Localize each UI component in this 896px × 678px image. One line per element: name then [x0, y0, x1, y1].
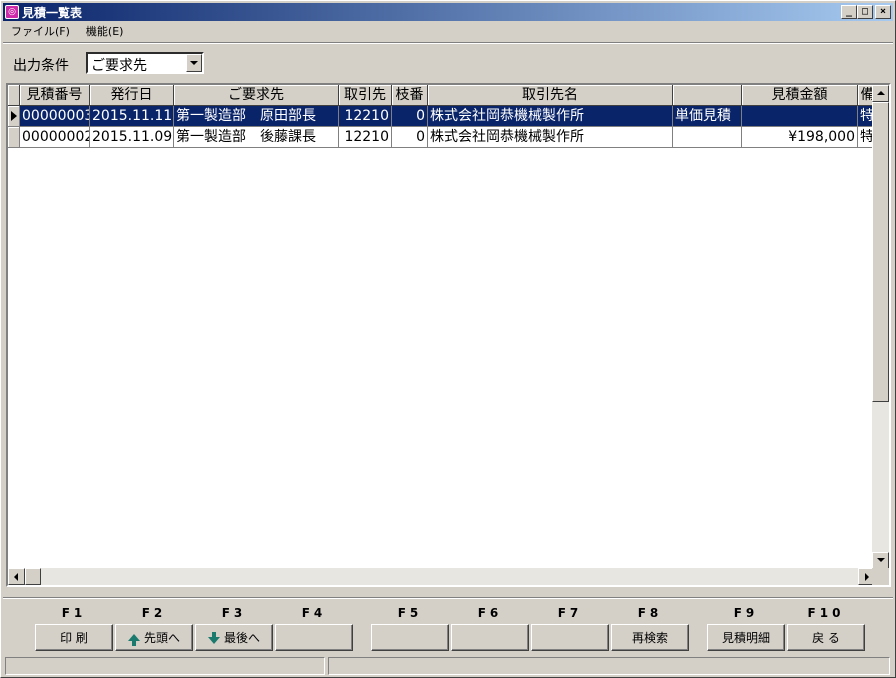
- table-row[interactable]: 00000003 2015.11.11 第一製造部 原田部長 12210 0 株…: [8, 106, 875, 127]
- window-controls: _ □ ×: [841, 5, 891, 19]
- button-label: 再検索: [631, 631, 668, 645]
- table-row[interactable]: 00000002 2015.11.09 第一製造部 後藤課長 12210 0 株…: [8, 127, 875, 148]
- cell-type[interactable]: 単価見積: [673, 106, 742, 127]
- horizontal-scroll-thumb[interactable]: [25, 568, 41, 585]
- cell-client-code[interactable]: 12210: [339, 127, 392, 148]
- column-header[interactable]: 枝番: [392, 85, 428, 106]
- arrow-down-icon: [207, 631, 220, 644]
- row-indicator: [8, 106, 20, 127]
- app-icon: ◎: [5, 5, 19, 19]
- estimate-detail-button[interactable]: 見積明細: [707, 624, 785, 651]
- chevron-down-icon[interactable]: [186, 54, 202, 72]
- maximize-button[interactable]: □: [857, 5, 873, 19]
- f4-button[interactable]: [275, 624, 353, 651]
- close-button[interactable]: ×: [875, 5, 891, 19]
- column-header[interactable]: 取引先: [339, 85, 392, 106]
- cell-amount[interactable]: [742, 106, 858, 127]
- row-indicator: [8, 127, 20, 148]
- fkey-f7: F7: [531, 605, 609, 651]
- filter-select-value: ご要求先: [91, 58, 147, 74]
- title-bar[interactable]: ◎ 見積一覧表 _ □ ×: [3, 3, 893, 21]
- status-panel-left: [5, 657, 325, 675]
- column-header[interactable]: 取引先名: [428, 85, 673, 106]
- fkey-label: F10: [807, 606, 845, 620]
- filter-select[interactable]: ご要求先: [86, 52, 204, 74]
- fkey-f4: F4: [275, 605, 353, 651]
- fkey-f5: F5: [371, 605, 449, 651]
- fkey-f2: F2 先頭へ: [115, 605, 193, 651]
- cell-requester[interactable]: 第一製造部 後藤課長: [174, 127, 339, 148]
- fkey-label: F6: [477, 606, 503, 620]
- cell-client-name[interactable]: 株式会社岡恭機械製作所: [428, 127, 673, 148]
- cell-type[interactable]: [673, 127, 742, 148]
- f7-button[interactable]: [531, 624, 609, 651]
- grid-body: 見積番号 発行日 ご要求先 取引先 枝番 取引先名 見積金額 備 0000000…: [8, 85, 875, 569]
- fkey-f8: F8 再検索: [611, 605, 689, 651]
- column-header[interactable]: ご要求先: [174, 85, 339, 106]
- button-label: 最後へ: [223, 631, 260, 645]
- column-header[interactable]: 見積番号: [20, 85, 90, 106]
- fkey-label: F5: [397, 606, 423, 620]
- scrollbar-corner: [872, 568, 889, 585]
- fkey-f3: F3 最後へ: [195, 605, 273, 651]
- f6-button[interactable]: [451, 624, 529, 651]
- cell-issue-date[interactable]: 2015.11.11: [90, 106, 174, 127]
- current-row-icon: [11, 111, 17, 121]
- cell-branch-no[interactable]: 0: [392, 127, 428, 148]
- fkey-label: F9: [733, 606, 759, 620]
- print-button[interactable]: 印 刷: [35, 624, 113, 651]
- cell-requester[interactable]: 第一製造部 原田部長: [174, 106, 339, 127]
- fkey-f10: F10 戻 る: [787, 605, 865, 651]
- cell-issue-date[interactable]: 2015.11.09: [90, 127, 174, 148]
- cell-estimate-no[interactable]: 00000002: [20, 127, 90, 148]
- estimate-grid: 見積番号 発行日 ご要求先 取引先 枝番 取引先名 見積金額 備 0000000…: [6, 83, 891, 587]
- arrow-up-icon: [127, 634, 140, 646]
- column-header[interactable]: 発行日: [90, 85, 174, 106]
- menu-bar: ファイル(F) 機能(E): [3, 22, 131, 40]
- go-last-button[interactable]: 最後へ: [195, 624, 273, 651]
- fkey-label: F2: [141, 606, 167, 620]
- vertical-scroll-thumb[interactable]: [872, 102, 889, 402]
- main-window: ◎ 見積一覧表 _ □ × ファイル(F) 機能(E) 出力条件 ご要求先 見積…: [0, 0, 896, 678]
- horizontal-scrollbar[interactable]: [8, 568, 875, 585]
- research-button[interactable]: 再検索: [611, 624, 689, 651]
- scroll-left-button[interactable]: [8, 568, 25, 585]
- fkey-f9: F9 見積明細: [707, 605, 785, 651]
- column-header[interactable]: [673, 85, 742, 106]
- back-button[interactable]: 戻 る: [787, 624, 865, 651]
- fkey-label: F1: [61, 606, 87, 620]
- column-header[interactable]: 見積金額: [742, 85, 858, 106]
- go-first-button[interactable]: 先頭へ: [115, 624, 193, 651]
- f5-button[interactable]: [371, 624, 449, 651]
- fkey-label: F4: [301, 606, 327, 620]
- cell-client-code[interactable]: 12210: [339, 106, 392, 127]
- menu-file[interactable]: ファイル(F): [3, 23, 78, 39]
- scroll-up-button[interactable]: [872, 85, 889, 102]
- button-label: 先頭へ: [143, 631, 180, 645]
- fkey-label: F7: [557, 606, 583, 620]
- menu-function[interactable]: 機能(E): [78, 23, 132, 39]
- window-title: 見積一覧表: [22, 5, 83, 20]
- fkey-f6: F6: [451, 605, 529, 651]
- cell-amount[interactable]: ¥198,000: [742, 127, 858, 148]
- fkey-f1: F1 印 刷: [35, 605, 113, 651]
- vertical-scrollbar[interactable]: [872, 85, 889, 569]
- cell-estimate-no[interactable]: 00000003: [20, 106, 90, 127]
- button-label: 見積明細: [721, 631, 770, 645]
- header-row: 見積番号 発行日 ご要求先 取引先 枝番 取引先名 見積金額 備: [8, 85, 875, 106]
- divider: [3, 597, 893, 599]
- minimize-button[interactable]: _: [841, 5, 857, 19]
- fkey-label: F8: [637, 606, 663, 620]
- button-label: 戻 る: [812, 631, 840, 645]
- button-label: 印 刷: [60, 631, 88, 645]
- header-indicator: [8, 85, 20, 106]
- status-panel-right: [328, 657, 890, 675]
- cell-branch-no[interactable]: 0: [392, 106, 428, 127]
- scroll-down-button[interactable]: [872, 552, 889, 569]
- filter-label: 出力条件: [13, 58, 69, 74]
- fkey-label: F3: [221, 606, 247, 620]
- divider: [3, 42, 893, 44]
- cell-client-name[interactable]: 株式会社岡恭機械製作所: [428, 106, 673, 127]
